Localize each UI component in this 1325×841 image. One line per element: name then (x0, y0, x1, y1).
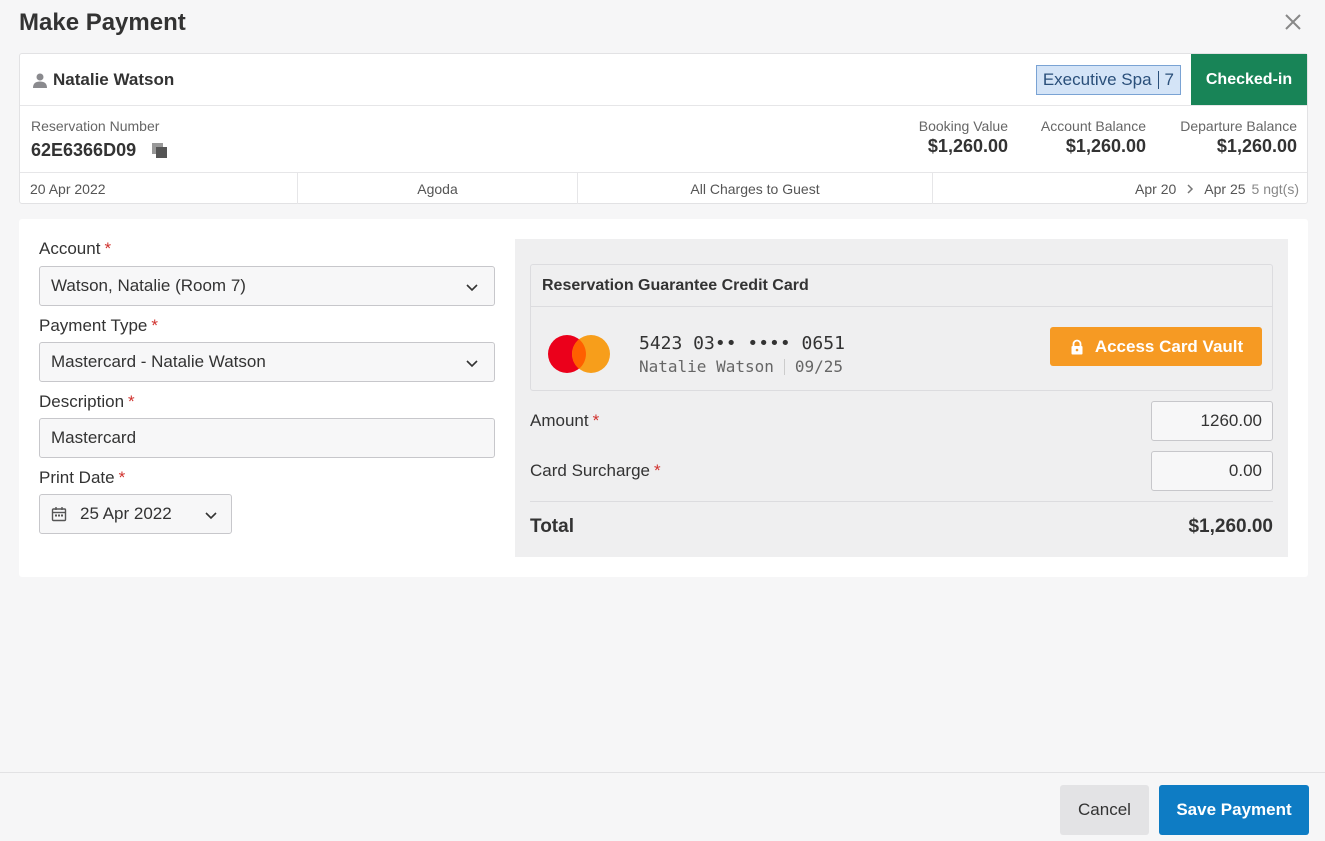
print-date-label: Print Date * (39, 468, 125, 488)
account-select[interactable]: Watson, Natalie (Room 7) (39, 266, 495, 306)
description-label-text: Description (39, 392, 125, 411)
required-mark: * (118, 468, 126, 487)
reservation-meta: 20 Apr 2022 Agoda All Charges to Guest A… (20, 173, 1307, 204)
card-surcharge-label-text: Card Surcharge (530, 461, 651, 480)
departure-balance: Departure Balance $1,260.00 (1180, 118, 1297, 157)
total-value: $1,260.00 (1188, 516, 1273, 537)
booking-value-label: Booking Value (918, 118, 1008, 134)
access-card-vault-button[interactable]: Access Card Vault (1050, 327, 1262, 366)
room-tag-divider (1157, 71, 1159, 89)
payment-type-select-value: Mastercard - Natalie Watson (51, 352, 266, 371)
mastercard-icon (548, 335, 610, 373)
room-number: 7 (1164, 70, 1174, 89)
required-mark: * (654, 461, 661, 480)
card-expiry: 09/25 (794, 357, 844, 376)
arrival-date: Apr 20 (1135, 180, 1177, 197)
calendar-icon (51, 507, 67, 522)
dialog-title: Make Payment (19, 9, 186, 36)
card-number: 5423 03•• •••• 0651 (639, 333, 845, 354)
total-divider (530, 501, 1273, 502)
stay-dates: Apr 20 Apr 25 5 ngt(s) (933, 173, 1309, 204)
amount-input[interactable]: 1260.00 (1151, 401, 1273, 441)
required-mark: * (151, 316, 158, 335)
required-mark: * (128, 392, 135, 411)
chevron-down-icon (205, 512, 217, 520)
amount-label: Amount * (530, 411, 599, 431)
billing-instruction: All Charges to Guest (578, 173, 933, 204)
account-balance-amount: $1,260.00 (1065, 136, 1146, 156)
reservation-summary: Natalie Watson Executive Spa 7 Checked-i… (19, 53, 1308, 204)
total-label: Total (530, 516, 574, 537)
payment-type-select[interactable]: Mastercard - Natalie Watson (39, 342, 495, 382)
chevron-down-icon (466, 284, 478, 292)
room-tag: Executive Spa 7 (1035, 65, 1181, 95)
account-select-value: Watson, Natalie (Room 7) (51, 276, 246, 295)
guest-name: Natalie Watson (32, 70, 174, 90)
required-mark: * (592, 411, 600, 430)
account-label: Account * (39, 239, 111, 259)
payment-summary-panel: Reservation Guarantee Credit Card 5423 0… (515, 239, 1288, 557)
payment-type-label-text: Payment Type (39, 316, 148, 335)
print-date-value: 25 Apr 2022 (80, 504, 172, 523)
save-payment-button[interactable]: Save Payment (1159, 785, 1309, 835)
account-balance-label: Account Balance (1040, 118, 1146, 134)
chevron-right-icon (1187, 183, 1194, 194)
card-surcharge-input[interactable]: 0.00 (1151, 451, 1273, 491)
channel: Agoda (298, 173, 578, 204)
card-divider (783, 358, 785, 375)
booked-date: 20 Apr 2022 (20, 173, 298, 204)
reservation-info: Reservation Number 62E6366D09 Booking Va… (20, 106, 1307, 173)
cancel-button[interactable]: Cancel (1060, 785, 1149, 835)
description-label: Description * (39, 392, 135, 412)
reservation-number: 62E6366D09 (31, 140, 169, 161)
description-input[interactable]: Mastercard (39, 418, 495, 458)
card-holder-row: Natalie Watson 09/25 (639, 357, 843, 376)
account-balance: Account Balance $1,260.00 (1041, 118, 1146, 157)
card-holder: Natalie Watson (639, 357, 774, 376)
reservation-number-value: 62E6366D09 (31, 140, 137, 160)
payment-type-label: Payment Type * (39, 316, 158, 336)
amount-label-text: Amount (530, 411, 589, 430)
copy-icon[interactable] (151, 142, 169, 160)
departure-balance-amount: $1,260.00 (1216, 136, 1297, 156)
guest-name-label: Natalie Watson (53, 70, 175, 89)
nights-count: 5 ngt(s) (1251, 180, 1299, 197)
print-date-picker[interactable]: 25 Apr 2022 (39, 494, 232, 534)
departure-date: Apr 25 (1204, 180, 1246, 197)
guarantee-card-title: Reservation Guarantee Credit Card (531, 265, 1272, 307)
chevron-down-icon (466, 360, 478, 368)
lock-icon (1071, 339, 1083, 354)
account-label-text: Account (39, 239, 101, 258)
access-card-vault-label: Access Card Vault (1094, 336, 1244, 356)
guarantee-card-box: Reservation Guarantee Credit Card 5423 0… (530, 264, 1273, 391)
person-icon (33, 73, 47, 88)
booking-value: Booking Value $1,260.00 (919, 118, 1008, 157)
required-mark: * (104, 239, 112, 258)
guest-row: Natalie Watson Executive Spa 7 Checked-i… (20, 54, 1307, 106)
card-surcharge-label: Card Surcharge * (530, 461, 661, 481)
booking-value-amount: $1,260.00 (927, 136, 1008, 156)
dialog-header: Make Payment (0, 0, 1325, 48)
description-input-value: Mastercard (51, 428, 137, 447)
reservation-number-label: Reservation Number (31, 118, 160, 134)
status-badge: Checked-in (1191, 54, 1307, 105)
dialog-footer: Cancel Save Payment (0, 772, 1325, 841)
departure-balance-label: Departure Balance (1180, 118, 1297, 134)
close-icon[interactable] (1281, 10, 1305, 34)
payment-form: Account * Watson, Natalie (Room 7) Paymen… (19, 219, 1308, 577)
print-date-label-text: Print Date (39, 468, 115, 487)
room-type: Executive Spa (1042, 70, 1152, 89)
